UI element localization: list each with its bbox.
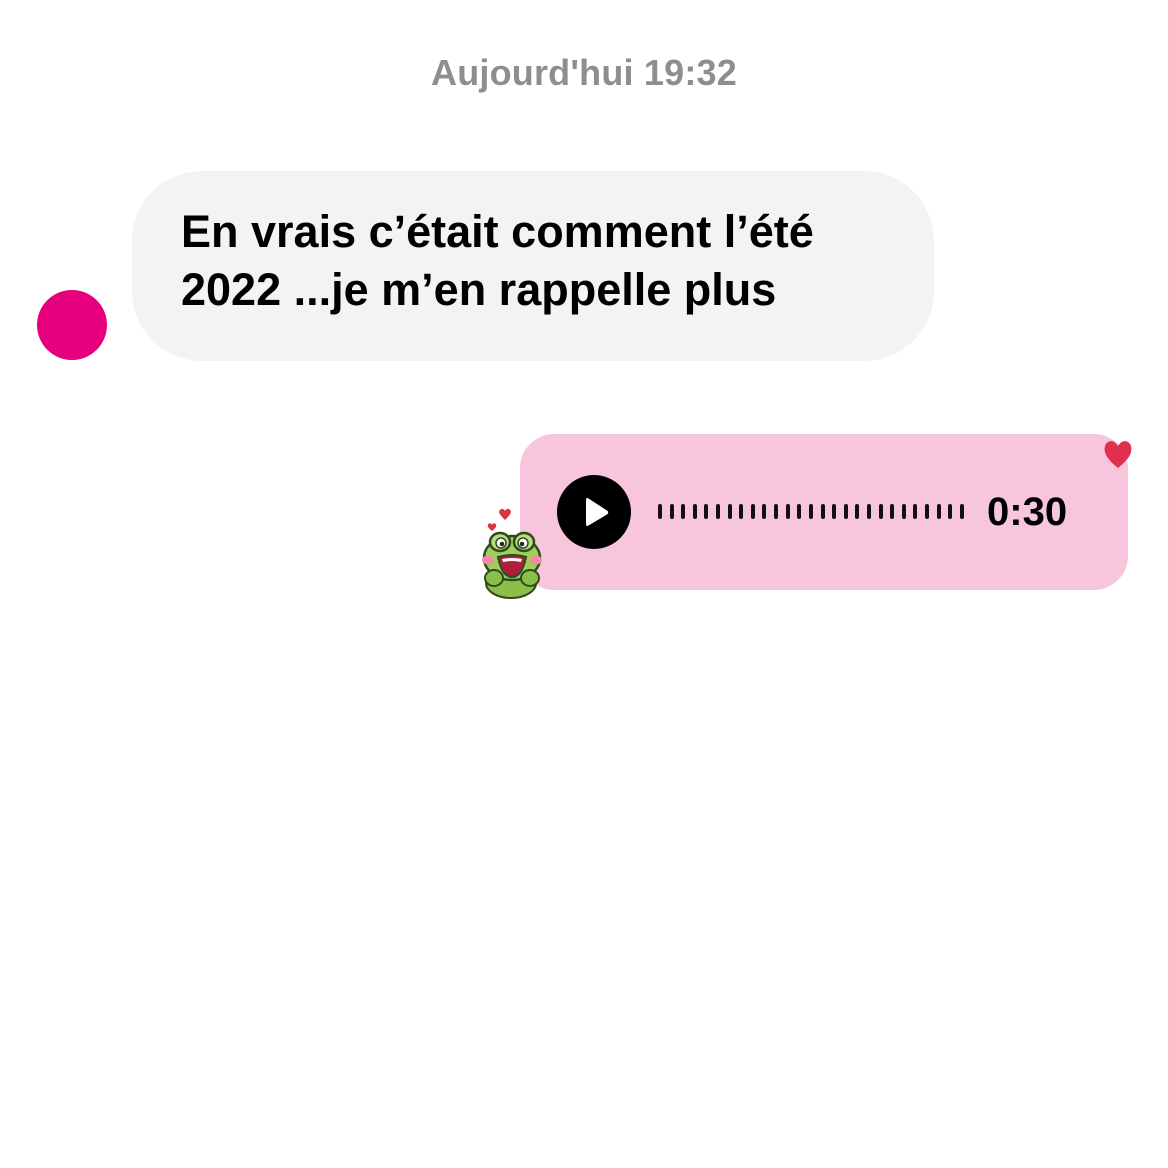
waveform-bar (750, 504, 755, 519)
waveform-bar (658, 504, 662, 519)
waveform-bar (866, 504, 871, 519)
waveform-bar (785, 504, 790, 519)
waveform-bar (925, 504, 930, 519)
incoming-message-text: En vrais c’était comment l’été 2022 ...j… (181, 206, 814, 315)
chat-screen: Aujourd'hui 19:32 En vrais c’était comme… (0, 0, 1168, 1168)
waveform-bar (808, 504, 813, 519)
waveform-bar (797, 504, 802, 519)
avatar[interactable] (37, 290, 107, 360)
waveform-bar (843, 504, 848, 519)
heart-icon[interactable] (1102, 436, 1134, 475)
waveform-bar (936, 504, 941, 519)
waveform-bar (704, 504, 709, 519)
waveform-bar (959, 504, 964, 519)
waveform-bar (820, 504, 825, 519)
waveform-bar (727, 504, 732, 519)
waveform-bar (669, 504, 674, 519)
voice-message-bubble[interactable]: 0:30 (520, 434, 1128, 590)
voice-duration: 0:30 (987, 490, 1068, 534)
waveform-bar (948, 504, 953, 519)
waveform-bar (692, 504, 697, 519)
waveform-bar (681, 504, 686, 519)
waveform-bar (901, 504, 906, 519)
waveform-bar (878, 504, 883, 519)
message-timestamp: Aujourd'hui 19:32 (431, 52, 737, 93)
waveform-bar (774, 504, 779, 519)
waveform-bar (832, 504, 837, 519)
waveform-bar (762, 504, 767, 519)
play-button[interactable] (557, 475, 631, 549)
voice-waveform[interactable] (658, 504, 964, 519)
waveform-bar (739, 504, 744, 519)
waveform-bar (716, 504, 721, 519)
frog-sticker-icon[interactable] (476, 506, 550, 607)
play-icon (586, 498, 609, 526)
waveform-bar (913, 504, 918, 519)
waveform-bar (890, 504, 895, 519)
waveform-bar (855, 504, 860, 519)
incoming-message-bubble[interactable]: En vrais c’était comment l’été 2022 ...j… (132, 171, 934, 361)
